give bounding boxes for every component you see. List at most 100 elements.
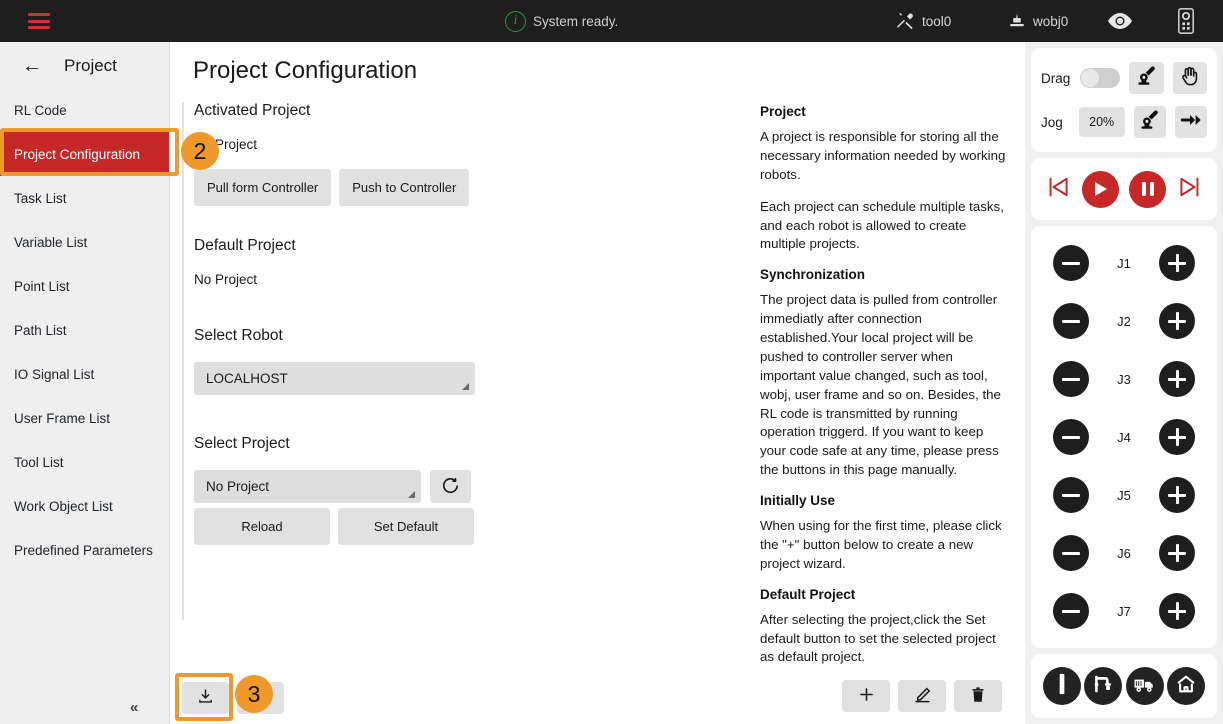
jog-label: Jog [1041,115,1070,130]
help-paragraph: After selecting the project,click the Se… [760,611,1010,668]
select-project-dropdown[interactable]: No Project [194,470,421,503]
step-back-button[interactable] [1046,174,1072,205]
sidebar-item-task-list[interactable]: Task List [0,176,169,220]
joint-minus-button[interactable] [1053,477,1089,513]
home-icon [1175,673,1197,700]
joint-plus-button[interactable] [1159,593,1195,629]
joint-plus-button[interactable] [1159,245,1195,281]
jog-robot-mode-button[interactable] [1134,106,1166,138]
sidebar-item-user-frame-list[interactable]: User Frame List [0,396,169,440]
joint-minus-button[interactable] [1053,361,1089,397]
nav-calibration-button[interactable] [1043,667,1081,705]
jog-linear-mode-button[interactable] [1175,106,1207,138]
push-to-controller-button[interactable]: Push to Controller [339,169,469,206]
jog-row: Jog 20% [1041,100,1207,144]
wobj-label: wobj0 [1033,14,1068,29]
nav-home-button[interactable] [1167,667,1205,705]
nav-robot-button[interactable] [1084,667,1122,705]
sidebar-item-label: Tool List [14,455,64,470]
joint-row: J6 [1041,524,1207,582]
joint-plus-button[interactable] [1159,535,1195,571]
sidebar-item-io-signal-list[interactable]: IO Signal List [0,352,169,396]
refresh-projects-button[interactable] [430,470,471,503]
plus-icon [857,685,876,707]
sidebar-title: Project [64,56,117,76]
arrows-right-icon [1180,111,1202,134]
hand-drag-button[interactable] [1173,62,1207,94]
step-forward-button[interactable] [1176,174,1202,205]
main-content: Project Configuration Activated Project … [170,42,1025,724]
joint-plus-button[interactable] [1159,303,1195,339]
help-paragraph: The project data is pulled from controll… [760,291,1010,480]
toolbar-wobj-selector[interactable]: wobj0 [1008,0,1068,42]
joint-row: J4 [1041,408,1207,466]
secondary-button[interactable] [237,682,284,714]
configuration-form: Activated Project No Project Pull form C… [182,102,512,545]
toolbar-tool-selector[interactable]: tool0 [897,0,951,42]
drag-robot-mode-button[interactable] [1129,62,1163,94]
play-button[interactable] [1082,171,1119,208]
joint-row: J2 [1041,292,1207,350]
sidebar-item-label: Predefined Parameters [14,543,153,558]
sidebar-header[interactable]: ← Project [0,42,169,88]
work-object-icon [1008,12,1026,30]
select-project-value: No Project [206,479,269,494]
field-select-robot: Select Robot LOCALHOST [182,327,512,395]
sidebar-item-rl-code[interactable]: RL Code [0,88,169,132]
pull-from-controller-button[interactable]: Pull form Controller [194,169,331,206]
joint-plus-button[interactable] [1159,477,1195,513]
info-circle-icon: i [505,11,526,32]
sidebar-item-predefined-parameters[interactable]: Predefined Parameters [0,528,169,572]
joint-minus-button[interactable] [1053,593,1089,629]
drag-row: Drag [1041,56,1207,100]
edit-project-button[interactable] [898,680,946,712]
sidebar-item-project-configuration[interactable]: Project Configuration [0,132,169,176]
sidebar-item-point-list[interactable]: Point List [0,264,169,308]
help-paragraph: A project is responsible for storing all… [760,128,1010,185]
agv-truck-icon [1133,674,1156,699]
select-robot-value: LOCALHOST [206,371,288,386]
jog-speed-value[interactable]: 20% [1079,107,1125,137]
add-project-button[interactable] [842,680,890,712]
sidebar-item-label: Path List [14,323,67,338]
sidebar-item-variable-list[interactable]: Variable List [0,220,169,264]
joint-row: J7 [1041,582,1207,640]
jog-panel: Drag [1025,42,1223,724]
drag-toggle[interactable] [1080,68,1120,88]
hamburger-icon[interactable] [28,13,50,29]
toolbar-pendant-button[interactable] [1178,0,1194,42]
sidebar-item-work-object-list[interactable]: Work Object List [0,484,169,528]
sidebar-item-path-list[interactable]: Path List [0,308,169,352]
joint-plus-button[interactable] [1159,361,1195,397]
joint-label: J4 [1113,430,1135,445]
reload-button[interactable]: Reload [194,508,330,545]
sidebar-item-tool-list[interactable]: Tool List [0,440,169,484]
select-robot-dropdown[interactable]: LOCALHOST [194,362,475,395]
field-default-project: Default Project No Project [182,237,512,287]
arrow-left-icon[interactable]: ← [22,56,42,76]
joint-minus-button[interactable] [1053,419,1089,455]
nav-row [1041,662,1207,710]
field-label: Activated Project [194,102,512,120]
joint-label: J3 [1113,372,1135,387]
save-download-button[interactable] [182,682,229,714]
joint-minus-button[interactable] [1053,303,1089,339]
help-heading: Synchronization [760,267,1010,282]
sidebar-item-label: User Frame List [14,411,110,426]
help-heading: Project [760,104,1010,119]
sidebar-item-label: Point List [14,279,70,294]
joint-plus-button[interactable] [1159,419,1195,455]
chevron-double-left-icon[interactable]: « [130,699,137,716]
sidebar-item-label: Project Configuration [14,147,140,162]
joint-row: J5 [1041,466,1207,524]
set-default-button[interactable]: Set Default [338,508,474,545]
joint-label: J2 [1113,314,1135,329]
joint-minus-button[interactable] [1053,535,1089,571]
joint-minus-button[interactable] [1053,245,1089,281]
status-text: System ready. [533,14,618,29]
nav-agv-button[interactable] [1126,667,1164,705]
pause-button[interactable] [1129,171,1166,208]
toolbar-view-toggle[interactable] [1108,0,1132,42]
delete-project-button[interactable] [954,680,1002,712]
field-label: Select Robot [194,327,512,345]
